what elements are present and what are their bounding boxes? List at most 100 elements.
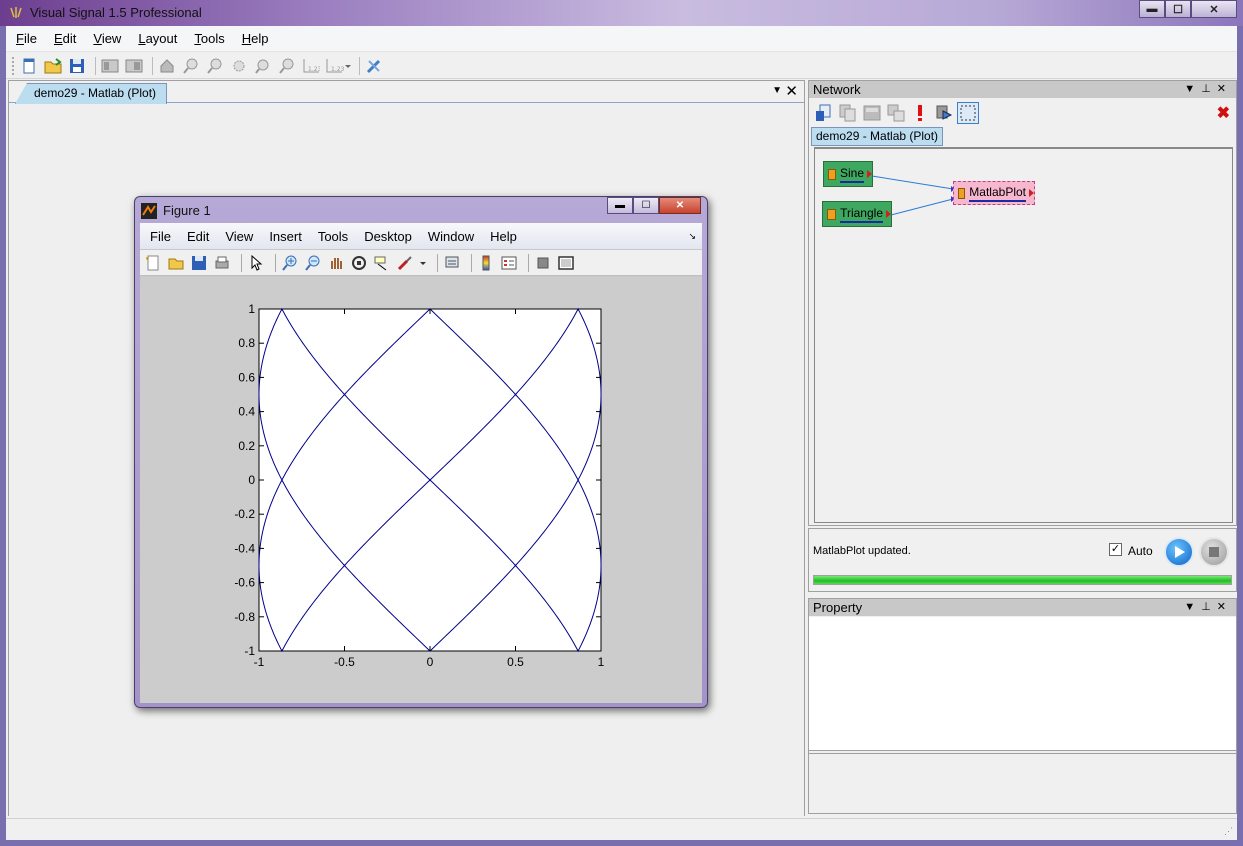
home-icon[interactable] xyxy=(157,56,177,76)
figure-menu-window[interactable]: Window xyxy=(428,229,474,244)
document-tabstrip: demo29 - Matlab (Plot) ▼ ✕ xyxy=(9,81,804,104)
output-port-icon[interactable] xyxy=(1029,189,1034,197)
rotate-icon[interactable] xyxy=(350,254,368,272)
axis-123-dropdown-icon[interactable]: 1.23 xyxy=(325,56,351,76)
menu-help[interactable]: Help xyxy=(242,31,269,46)
open-folder-icon[interactable] xyxy=(43,56,63,76)
pointer-icon[interactable] xyxy=(247,254,265,272)
layout-alt-icon[interactable] xyxy=(124,56,144,76)
figure-menu-view[interactable]: View xyxy=(225,229,253,244)
menu-file[interactable]: File xyxy=(16,31,37,46)
auto-checkbox[interactable]: ✓ xyxy=(1109,543,1122,556)
add-node-icon[interactable] xyxy=(813,102,835,124)
panel-close-icon[interactable]: ✕ xyxy=(1217,601,1232,613)
data-cursor-icon[interactable] xyxy=(373,254,391,272)
zoom-out-icon[interactable] xyxy=(304,254,322,272)
plot-axes[interactable]: -1 -0.5 0 0.5 1 1 0.8 0.6 0.4 0.2 0 -0.2 -0.4 -0.6 -0.… xyxy=(140,277,702,703)
node-triangle[interactable]: Triangle xyxy=(822,201,892,227)
ungroup-icon[interactable] xyxy=(885,102,907,124)
svg-text:1.23: 1.23 xyxy=(331,66,345,73)
link-icon[interactable] xyxy=(443,254,461,272)
node-icon xyxy=(828,168,836,180)
brush-icon[interactable] xyxy=(396,254,414,272)
zoom-in-icon[interactable] xyxy=(181,56,201,76)
resize-grip-icon[interactable]: ⋰ xyxy=(1224,826,1233,837)
menu-tools[interactable]: Tools xyxy=(194,31,224,46)
network-tab[interactable]: demo29 - Matlab (Plot) xyxy=(811,127,944,146)
save-icon[interactable] xyxy=(67,56,87,76)
figure-title-bar[interactable]: Figure 1 ▬ ☐ ✕ xyxy=(135,197,707,223)
close-button[interactable]: ✕ xyxy=(1191,0,1237,18)
property-panel: Property ▼⊥✕ xyxy=(808,598,1237,814)
figure-menu-desktop[interactable]: Desktop xyxy=(364,229,412,244)
panel-dropdown-icon[interactable]: ▼ xyxy=(1184,601,1201,613)
output-port-icon[interactable] xyxy=(867,170,872,178)
run-button[interactable] xyxy=(1164,537,1194,567)
zoom-in-icon[interactable] xyxy=(281,254,299,272)
menu-bar: File Edit View Layout Tools Help xyxy=(6,26,1237,52)
zoom-out-icon[interactable] xyxy=(205,56,225,76)
new-figure-icon[interactable] xyxy=(144,254,162,272)
tab-close-icon[interactable]: ✕ xyxy=(785,82,798,100)
figure-menu-file[interactable]: File xyxy=(150,229,171,244)
figure-close-button[interactable]: ✕ xyxy=(659,197,701,214)
figure-menu-help[interactable]: Help xyxy=(490,229,517,244)
node-sine[interactable]: Sine xyxy=(823,161,873,187)
node-matlabplot[interactable]: MatlabPlot xyxy=(953,181,1035,205)
panel-close-icon[interactable]: ✕ xyxy=(1217,83,1232,95)
y-tick-label: 1 xyxy=(248,302,255,316)
figure-menu-edit[interactable]: Edit xyxy=(187,229,209,244)
stop-icon xyxy=(1209,547,1219,557)
colorbar-icon[interactable] xyxy=(477,254,495,272)
figure-window[interactable]: Figure 1 ▬ ☐ ✕ File Edit View Insert Too… xyxy=(134,196,708,708)
stop-button[interactable] xyxy=(1199,537,1229,567)
menu-layout[interactable]: Layout xyxy=(138,31,177,46)
network-canvas[interactable]: Sine Triangle MatlabPlot xyxy=(814,147,1233,523)
figure-maximize-button[interactable]: ☐ xyxy=(633,197,659,214)
legend-icon[interactable] xyxy=(500,254,518,272)
dock-icon[interactable] xyxy=(557,254,575,272)
new-file-icon[interactable] xyxy=(19,56,39,76)
tools-settings-icon[interactable] xyxy=(364,56,384,76)
menu-edit[interactable]: Edit xyxy=(54,31,76,46)
toolbar-grip[interactable] xyxy=(12,56,15,75)
print-icon[interactable] xyxy=(213,254,231,272)
alert-icon[interactable] xyxy=(909,102,931,124)
y-tick-label: 0.6 xyxy=(238,370,255,384)
output-port-icon[interactable] xyxy=(886,210,891,218)
figure-menu-insert[interactable]: Insert xyxy=(269,229,302,244)
panel-pin-icon[interactable]: ⊥ xyxy=(1201,601,1217,613)
figure-menu-tools[interactable]: Tools xyxy=(318,229,348,244)
minimize-button[interactable]: ▬ xyxy=(1139,0,1165,18)
maximize-button[interactable]: ☐ xyxy=(1165,0,1191,18)
save-icon[interactable] xyxy=(190,254,208,272)
run-node-icon[interactable] xyxy=(933,102,955,124)
panel-dropdown-icon[interactable]: ▼ xyxy=(1184,83,1201,95)
panel-header-buttons: ▼⊥✕ xyxy=(1184,599,1232,616)
brush-dropdown-icon[interactable] xyxy=(419,254,427,272)
select-region-icon[interactable] xyxy=(957,102,979,124)
open-icon[interactable] xyxy=(167,254,185,272)
hide-tools-icon[interactable] xyxy=(534,254,552,272)
copy-icon[interactable] xyxy=(837,102,859,124)
zoom-selection-icon[interactable] xyxy=(253,56,273,76)
menu-view[interactable]: View xyxy=(93,31,121,46)
tab-dropdown-icon[interactable]: ▼ xyxy=(772,85,782,96)
panel-pin-icon[interactable]: ⊥ xyxy=(1201,83,1217,95)
property-grid[interactable] xyxy=(809,617,1236,751)
zoom-fit-icon[interactable] xyxy=(229,56,249,76)
group-icon[interactable] xyxy=(861,102,883,124)
axis-123-icon[interactable]: 1.23 xyxy=(301,56,321,76)
pan-icon[interactable] xyxy=(327,254,345,272)
layout-icon[interactable] xyxy=(100,56,120,76)
tab-demo29-plot[interactable]: demo29 - Matlab (Plot) xyxy=(15,83,168,104)
delete-x-icon[interactable]: ✖ xyxy=(1217,103,1230,123)
menu-overflow-icon[interactable]: ↘ xyxy=(688,231,696,242)
y-tick-label: 0.8 xyxy=(238,336,255,350)
title-bar: Visual Signal 1.5 Professional ▬ ☐ ✕ xyxy=(0,0,1243,26)
x-tick-label: -1 xyxy=(254,655,265,669)
zoom-custom-icon[interactable] xyxy=(277,56,297,76)
figure-menu-bar: File Edit View Insert Tools Desktop Wind… xyxy=(140,223,702,249)
figure-minimize-button[interactable]: ▬ xyxy=(607,197,633,214)
network-toolbar xyxy=(813,100,981,126)
